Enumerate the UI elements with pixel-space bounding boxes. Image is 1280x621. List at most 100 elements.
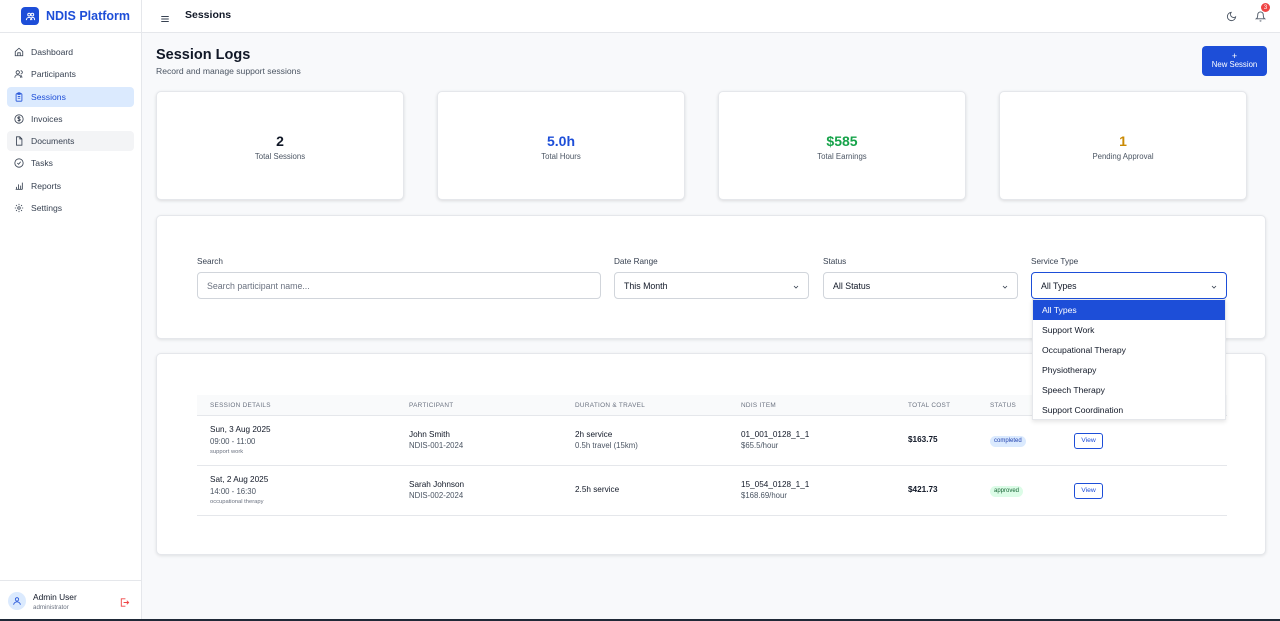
- plus-icon: +: [1231, 51, 1238, 61]
- clipboard-icon: [15, 92, 23, 102]
- user-name: Admin User: [33, 591, 77, 602]
- session-type: support work: [210, 449, 244, 455]
- chevron-down-icon: [1211, 285, 1217, 289]
- service-type-value: All Types: [1041, 280, 1077, 291]
- option-all-types[interactable]: All Types: [1033, 300, 1225, 320]
- table-row[interactable]: Sat, 2 Aug 2025 14:00 - 16:30 occupation…: [197, 466, 1227, 516]
- th-session-details: SESSION DETAILS: [210, 402, 271, 409]
- duration: 2.5h service: [575, 485, 620, 494]
- service-type-label: Service Type: [1031, 257, 1079, 266]
- th-duration-travel: DURATION & TRAVEL: [575, 402, 646, 409]
- user-panel: Admin User administrator: [0, 580, 142, 621]
- session-date: Sun, 3 Aug 2025: [210, 425, 271, 434]
- session-type: occupational therapy: [210, 499, 264, 505]
- menu-icon[interactable]: [160, 11, 170, 29]
- sidebar-item-label: Reports: [31, 180, 62, 191]
- ndis-rate: $168.69/hour: [741, 491, 787, 500]
- participant-id: NDIS-002-2024: [409, 491, 464, 500]
- stat-card-total-hours: 5.0h Total Hours: [437, 91, 685, 200]
- sidebar-item-reports[interactable]: Reports: [7, 176, 134, 196]
- status-value: All Status: [833, 280, 871, 291]
- sidebar-nav: Dashboard Participants Sessions Invoices…: [0, 33, 141, 218]
- sidebar-item-label: Invoices: [31, 113, 63, 124]
- logout-icon[interactable]: [119, 595, 130, 613]
- option-support-coordination[interactable]: Support Coordination: [1033, 400, 1225, 420]
- status-badge: approved: [990, 486, 1024, 497]
- option-physiotherapy[interactable]: Physiotherapy: [1033, 360, 1225, 380]
- status-label: Status: [823, 257, 847, 266]
- sidebar-item-dashboard[interactable]: Dashboard: [7, 42, 134, 62]
- total-cost: $163.75: [908, 435, 938, 444]
- th-total-cost: TOTAL COST: [908, 402, 951, 409]
- sidebar-item-label: Dashboard: [31, 47, 74, 57]
- sidebar-item-invoices[interactable]: Invoices: [7, 109, 134, 129]
- stat-value: 1: [1119, 133, 1127, 149]
- bar-chart-icon: [15, 182, 23, 190]
- sidebar-item-label: Tasks: [31, 158, 53, 169]
- stat-value: 5.0h: [546, 133, 575, 149]
- stat-label: Pending Approval: [1092, 152, 1154, 161]
- option-occupational-therapy[interactable]: Occupational Therapy: [1033, 340, 1225, 360]
- search-input[interactable]: Search participant name...: [197, 272, 601, 299]
- ndis-item: 01_001_0128_1_1: [741, 430, 810, 439]
- sidebar-item-sessions[interactable]: Sessions: [7, 86, 134, 107]
- option-speech-therapy[interactable]: Speech Therapy: [1033, 380, 1225, 400]
- duration: 2h service: [575, 430, 613, 439]
- participant-name: John Smith: [409, 430, 450, 439]
- th-participant: PARTICIPANT: [409, 402, 454, 409]
- new-session-label: New Session: [1211, 60, 1258, 69]
- service-type-dropdown: All Types Support Work Occupational Ther…: [1032, 299, 1226, 420]
- total-cost: $421.73: [908, 485, 938, 494]
- date-range-select[interactable]: This Month: [614, 272, 809, 299]
- ndis-rate: $65.5/hour: [741, 441, 779, 450]
- session-time: 14:00 - 16:30: [210, 487, 256, 496]
- status-select[interactable]: All Status: [823, 272, 1018, 299]
- view-button[interactable]: View: [1074, 483, 1103, 499]
- stat-card-total-sessions: 2 Total Sessions: [156, 91, 404, 200]
- chevron-down-icon: [793, 285, 799, 289]
- brand[interactable]: NDIS Platform: [0, 0, 141, 33]
- file-icon: [16, 136, 23, 146]
- check-circle-icon: [14, 158, 24, 169]
- chevron-down-icon: [1002, 285, 1008, 289]
- date-range-value: This Month: [624, 280, 668, 291]
- logo-icon: [21, 7, 39, 25]
- participant-name: Sarah Johnson: [409, 480, 465, 489]
- section-title: Session Logs: [156, 47, 251, 63]
- new-session-button[interactable]: + New Session: [1202, 46, 1267, 76]
- view-button[interactable]: View: [1074, 433, 1103, 449]
- session-time: 09:00 - 11:00: [210, 437, 256, 446]
- status-badge: completed: [990, 436, 1026, 447]
- dollar-icon: [14, 114, 24, 124]
- avatar[interactable]: [8, 592, 26, 610]
- service-type-select[interactable]: All Types: [1031, 272, 1227, 299]
- table-row[interactable]: Sun, 3 Aug 2025 09:00 - 11:00 support wo…: [197, 416, 1227, 466]
- home-icon: [14, 47, 24, 57]
- stat-card-pending-approval: 1 Pending Approval: [999, 91, 1247, 200]
- sidebar-item-tasks[interactable]: Tasks: [7, 153, 134, 173]
- sidebar-item-label: Sessions: [31, 91, 66, 102]
- gear-icon: [14, 203, 24, 213]
- brand-name: NDIS Platform: [46, 9, 131, 23]
- participant-id: NDIS-001-2024: [409, 441, 464, 450]
- sidebar-item-label: Participants: [31, 69, 76, 80]
- section-subtitle: Record and manage support sessions: [156, 66, 301, 76]
- option-support-work[interactable]: Support Work: [1033, 320, 1225, 340]
- stat-label: Total Earnings: [817, 152, 867, 161]
- th-status: STATUS: [990, 402, 1017, 409]
- notification-badge: 3: [1261, 3, 1270, 12]
- th-ndis-item: NDIS ITEM: [741, 402, 777, 409]
- stat-value: $585: [826, 133, 858, 149]
- stat-label: Total Sessions: [254, 152, 306, 161]
- page-title: Sessions: [185, 9, 232, 21]
- sidebar-item-label: Settings: [31, 203, 63, 214]
- sidebar-item-participants[interactable]: Participants: [7, 64, 134, 84]
- date-range-label: Date Range: [614, 257, 658, 266]
- session-date: Sat, 2 Aug 2025: [210, 475, 269, 484]
- sidebar-item-settings[interactable]: Settings: [7, 198, 134, 218]
- stat-card-total-earnings: $585 Total Earnings: [718, 91, 966, 200]
- search-label: Search: [197, 257, 223, 266]
- sidebar-item-documents[interactable]: Documents: [7, 131, 134, 152]
- moon-icon[interactable]: [1226, 9, 1237, 27]
- topbar: Sessions 3: [142, 0, 1280, 33]
